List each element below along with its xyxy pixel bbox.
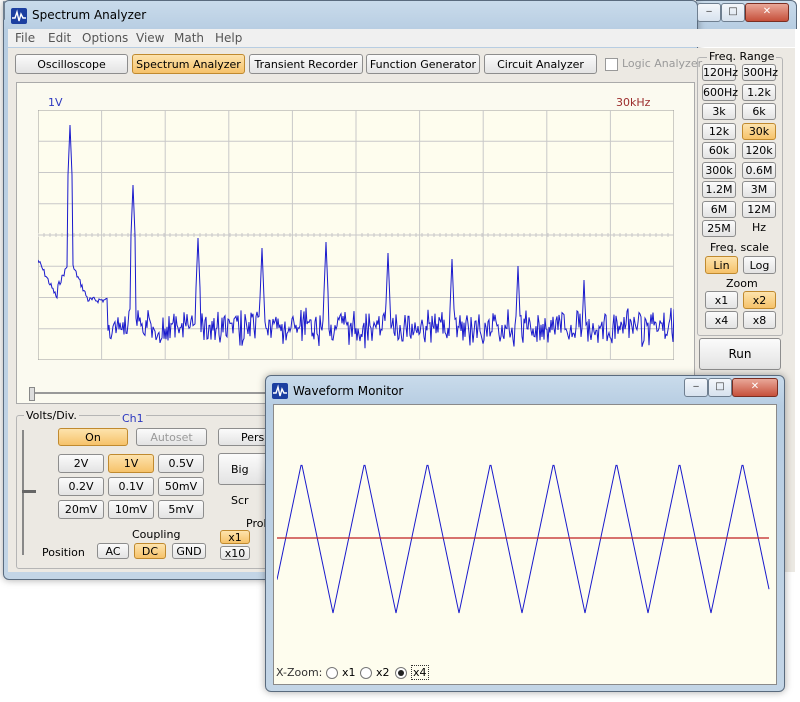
freq-range-1-2k-button[interactable]: 1.2k: [742, 83, 776, 101]
run-button[interactable]: Run: [699, 338, 781, 370]
freq-range-30k-button[interactable]: 30k: [742, 122, 776, 140]
freq-scale-log-button[interactable]: Log: [743, 256, 776, 274]
window-title: Spectrum Analyzer: [32, 8, 147, 22]
spectrum-analyzer-button[interactable]: Spectrum Analyzer: [132, 54, 245, 74]
amplitude-scale-label: 1V: [48, 96, 63, 109]
volts-10mv-button[interactable]: 10mV: [108, 500, 154, 519]
triangle-trace: [277, 464, 770, 614]
logic-analyzer-checkbox[interactable]: [605, 58, 618, 71]
xzoom-x2-label: x2: [376, 666, 390, 679]
title-bar[interactable]: Spectrum Analyzer: [3, 1, 697, 29]
freq-range-600hz-button[interactable]: 600Hz: [702, 83, 738, 101]
spectrum-plot: [38, 110, 674, 360]
position-label: Position: [42, 546, 85, 559]
circuit-analyzer-button[interactable]: Circuit Analyzer: [484, 54, 597, 74]
freq-range-300hz-button[interactable]: 300Hz: [742, 64, 778, 81]
plot-scroll-track[interactable]: [30, 392, 270, 394]
menu-bar: File Edit Options View Math Help: [8, 29, 795, 47]
freq-range-1-2m-button[interactable]: 1.2M: [702, 181, 736, 198]
freq-range-6k-button[interactable]: 6k: [742, 103, 776, 120]
waveform-maximize-icon[interactable]: □: [708, 378, 732, 397]
minimize-button[interactable]: [3, 1, 5, 20]
coupling-gnd-button[interactable]: GND: [172, 543, 206, 559]
freq-range-0-6m-button[interactable]: 0.6M: [742, 161, 776, 179]
autoset-button[interactable]: Autoset: [136, 428, 207, 446]
xzoom-x4-radio[interactable]: [395, 667, 407, 679]
xzoom-x4-label: x4: [411, 665, 429, 680]
function-generator-button[interactable]: Function Generator: [366, 54, 480, 74]
freq-scale-lin-button[interactable]: Lin: [705, 256, 738, 274]
waveform-logo-icon: [272, 383, 288, 399]
volts-50mv-button[interactable]: 50mV: [158, 477, 204, 496]
close-icon[interactable]: ✕: [745, 3, 789, 22]
volts-1v-button[interactable]: 1V: [108, 454, 154, 473]
persist-button[interactable]: Persi: [218, 428, 270, 446]
coupling-title: Coupling: [132, 528, 181, 541]
zoom-x8-button[interactable]: x8: [743, 311, 776, 329]
xzoom-x2-radio[interactable]: [360, 667, 372, 679]
menu-options[interactable]: Options: [82, 31, 128, 45]
maximize-icon[interactable]: □: [721, 3, 745, 22]
freq-range-25m-button[interactable]: 25M: [702, 220, 736, 237]
coupling-dc-button[interactable]: DC: [134, 543, 166, 559]
probe-x1-button[interactable]: x1: [220, 530, 250, 544]
waveform-window-title: Waveform Monitor: [293, 384, 404, 398]
big-screen-button[interactable]: Big Scr: [218, 453, 270, 507]
menu-math[interactable]: Math: [174, 31, 204, 45]
menu-file[interactable]: File: [15, 31, 35, 45]
freq-range-title: Freq. Range: [707, 50, 777, 63]
freq-range-300k-button[interactable]: 300k: [702, 161, 736, 179]
menu-help[interactable]: Help: [215, 31, 242, 45]
probe-x10-button[interactable]: x10: [220, 546, 250, 560]
minimize-icon[interactable]: ‒: [697, 3, 721, 22]
frequency-span-label: 30kHz: [616, 96, 651, 109]
channel-label: Ch1: [120, 412, 146, 425]
channel-on-button[interactable]: On: [58, 428, 128, 446]
app-logo-icon: [11, 8, 27, 24]
volts-20mv-button[interactable]: 20mV: [58, 500, 104, 519]
freq-range-120hz-button[interactable]: 120Hz: [702, 64, 738, 81]
menu-edit[interactable]: Edit: [48, 31, 71, 45]
volts-2v-button[interactable]: 2V: [58, 454, 104, 473]
volts-0-5v-button[interactable]: 0.5V: [158, 454, 204, 473]
freq-range-12k-button[interactable]: 12k: [702, 122, 736, 140]
plot-scroll-thumb[interactable]: [29, 387, 35, 401]
freq-range-3m-button[interactable]: 3M: [742, 181, 776, 198]
freq-range-hz-label: Hz: [751, 221, 767, 234]
logic-analyzer-label: Logic Analyzer: [622, 57, 703, 70]
volts-0-1v-button[interactable]: 0.1V: [108, 477, 154, 496]
transient-recorder-button[interactable]: Transient Recorder: [249, 54, 363, 74]
xzoom-x1-label: x1: [342, 666, 356, 679]
freq-scale-title: Freq. scale: [710, 241, 769, 254]
waveform-close-icon[interactable]: ✕: [732, 378, 778, 397]
position-slider[interactable]: [22, 430, 38, 555]
volts-0-2v-button[interactable]: 0.2V: [58, 477, 104, 496]
freq-range-3k-button[interactable]: 3k: [702, 103, 736, 120]
xzoom-x1-radio[interactable]: [326, 667, 338, 679]
xzoom-label: X-Zoom:: [276, 666, 323, 679]
volts-5mv-button[interactable]: 5mV: [158, 500, 204, 519]
zoom-title: Zoom: [726, 277, 758, 290]
coupling-ac-button[interactable]: AC: [97, 543, 129, 559]
freq-range-60k-button[interactable]: 60k: [702, 142, 736, 159]
volts-div-title: Volts/Div.: [24, 409, 79, 422]
zoom-x2-button[interactable]: x2: [743, 291, 776, 309]
freq-range-6m-button[interactable]: 6M: [702, 200, 736, 218]
waveform-minimize-icon[interactable]: ‒: [684, 378, 708, 397]
freq-range-120k-button[interactable]: 120k: [742, 142, 776, 159]
freq-range-12m-button[interactable]: 12M: [742, 200, 776, 218]
menu-view[interactable]: View: [136, 31, 164, 45]
zoom-x4-button[interactable]: x4: [705, 311, 738, 329]
zoom-x1-button[interactable]: x1: [705, 291, 738, 309]
waveform-plot: [277, 464, 770, 614]
oscilloscope-button[interactable]: Oscilloscope: [15, 54, 128, 74]
